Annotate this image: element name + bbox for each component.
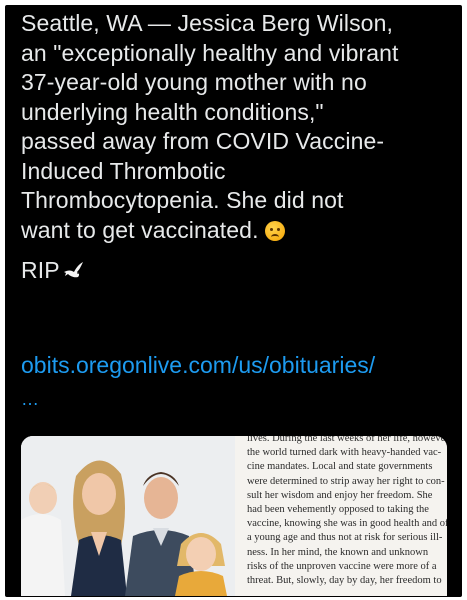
tweet-line: an "exceptionally healthy and vibrant <box>21 39 399 66</box>
rip-line: RIP <box>21 256 451 286</box>
family-photo <box>21 436 235 596</box>
tweet-line: 37-year-old young mother with no <box>21 69 367 95</box>
rip-text: RIP <box>21 257 60 283</box>
link-ellipsis[interactable]: … <box>21 389 40 410</box>
article-line: risks of the unproven vaccine were more … <box>247 560 437 572</box>
tweet-line: passed away from COVID Vaccine- <box>21 128 385 154</box>
dove-icon <box>62 256 84 286</box>
article-excerpt: lives. During the last weeks of her life… <box>235 436 447 596</box>
article-line: cine mandates. Local and state governmen… <box>247 461 433 473</box>
tweet-line: Induced Thrombotic <box>21 157 226 184</box>
article-line: vaccine, knowing she was in good health … <box>247 518 447 530</box>
tweet-card: Seattle, WA — Jessica Berg Wilson, an "e… <box>5 5 462 597</box>
article-line: a young age and thus not at risk for ser… <box>247 532 443 544</box>
screenshot-frame: Seattle, WA — Jessica Berg Wilson, an "e… <box>0 0 467 600</box>
tweet-line-last: want to get vaccinated. <box>21 216 451 246</box>
obituary-link[interactable]: obits.oregonlive.com/us/obituaries/ <box>21 351 375 380</box>
article-line: had been vehemently opposed to taking th… <box>247 504 429 516</box>
article-column: lives. During the last weeks of her life… <box>247 436 447 588</box>
article-line: the world turned dark with heavy-handed … <box>247 447 442 459</box>
family-photo-illustration <box>21 436 235 596</box>
article-line: threat. But, slowly, day by day, her fre… <box>247 575 442 587</box>
tweet-line-text: want to get vaccinated. <box>21 216 259 243</box>
article-line: lives. During the last weeks of her life… <box>247 436 447 444</box>
attached-image[interactable]: lives. During the last weeks of her life… <box>21 436 447 596</box>
tweet-line: Thrombocytopenia. She did not <box>21 187 344 213</box>
article-line: sult her wisdom and enjoy her freedom. S… <box>247 489 433 501</box>
tweet-line: Seattle, WA — Jessica Berg Wilson, <box>21 10 393 36</box>
article-line: ness. In her mind, the known and unknown <box>247 546 429 558</box>
tweet-body: Seattle, WA — Jessica Berg Wilson, an "e… <box>21 9 451 286</box>
sad-face-with-tear-icon <box>264 220 285 241</box>
article-line: were determined to strip away her right … <box>247 475 445 487</box>
tweet-line: underlying health conditions," <box>21 98 324 125</box>
